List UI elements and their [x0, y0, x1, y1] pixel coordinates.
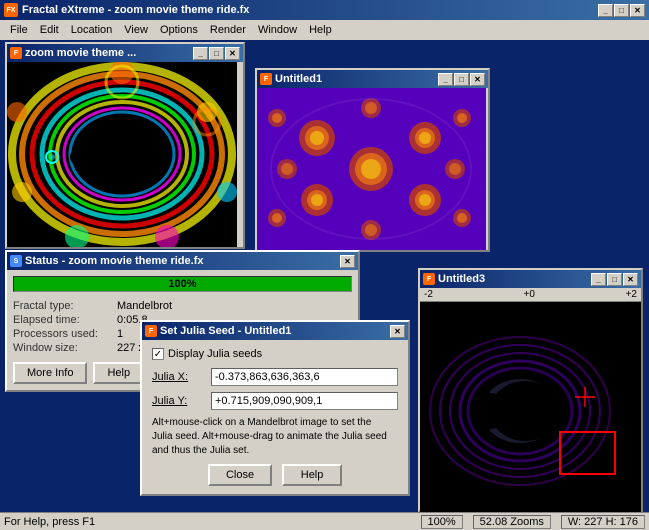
- elapsed-label: Elapsed time:: [13, 314, 113, 326]
- fractal-1-canvas[interactable]: [7, 62, 237, 247]
- menu-file[interactable]: File: [4, 22, 34, 38]
- zooms-panel: 52.08 Zooms: [473, 515, 551, 529]
- menu-edit[interactable]: Edit: [34, 22, 65, 38]
- julia-close-button[interactable]: Close: [208, 464, 272, 486]
- julia-info-text: Alt+mouse-click on a Mandelbrot image to…: [152, 416, 398, 458]
- fractal-1-icon: F: [10, 47, 22, 59]
- close-button[interactable]: ✕: [630, 4, 645, 17]
- status-help-button[interactable]: Help: [93, 362, 144, 384]
- julia-checkbox-row: ✓ Display Julia seeds: [152, 348, 398, 360]
- status-title-text: Status - zoom movie theme ride.fx: [25, 255, 203, 267]
- menu-help[interactable]: Help: [303, 22, 338, 38]
- dimensions-panel: W: 227 H: 176: [561, 515, 645, 529]
- progress-text: 100%: [14, 277, 351, 291]
- julia-dialog: F Set Julia Seed - Untitled1 ✕ ✓ Display…: [140, 320, 410, 496]
- minimize-button[interactable]: _: [598, 4, 613, 17]
- fractal-3-minimize[interactable]: _: [591, 273, 606, 286]
- fractal-2-maximize[interactable]: □: [454, 73, 469, 86]
- julia-y-input[interactable]: [211, 392, 398, 410]
- julia-x-input[interactable]: [211, 368, 398, 386]
- menu-options[interactable]: Options: [154, 22, 204, 38]
- fractal-2-close[interactable]: ✕: [470, 73, 485, 86]
- display-julia-checkbox[interactable]: ✓: [152, 348, 164, 360]
- menu-bar: File Edit Location View Options Render W…: [0, 20, 649, 40]
- menu-location[interactable]: Location: [65, 22, 119, 38]
- dimensions-value: W: 227 H: 176: [568, 516, 638, 528]
- fractal-3-icon: F: [423, 273, 435, 285]
- fractal-2-minimize[interactable]: _: [438, 73, 453, 86]
- window-size-label: Window size:: [13, 342, 113, 354]
- menu-view[interactable]: View: [118, 22, 154, 38]
- status-title-bar[interactable]: S Status - zoom movie theme ride.fx ✕: [7, 252, 358, 270]
- fractal-window-1: F zoom movie theme ... _ □ ✕: [5, 42, 245, 249]
- coord-left: -2: [424, 289, 433, 300]
- fractal-3-canvas[interactable]: [420, 302, 641, 520]
- fractal-1-maximize[interactable]: □: [209, 47, 224, 60]
- status-icon: S: [10, 255, 22, 267]
- fractal-1-title: zoom movie theme ...: [25, 47, 136, 59]
- zoom-percent: 100%: [428, 516, 456, 528]
- fractal-2-icon: F: [260, 73, 272, 85]
- progress-bar-container: 100%: [13, 276, 352, 292]
- fractal-3-close[interactable]: ✕: [623, 273, 638, 286]
- maximize-button[interactable]: □: [614, 4, 629, 17]
- main-window-title: Fractal eXtreme - zoom movie theme ride.…: [22, 4, 249, 16]
- fractal-2-title: Untitled1: [275, 73, 322, 85]
- more-info-button[interactable]: More Info: [13, 362, 87, 384]
- fractal-1-close[interactable]: ✕: [225, 47, 240, 60]
- julia-y-label: Julia Y:: [152, 395, 207, 407]
- app-icon: FX: [4, 3, 18, 17]
- menu-render[interactable]: Render: [204, 22, 252, 38]
- fractal-type-label: Fractal type:: [13, 300, 113, 312]
- fractal-type-value: Mandelbrot: [117, 300, 352, 312]
- fractal-3-title-bar[interactable]: F Untitled3 _ □ ✕: [420, 270, 641, 288]
- julia-dialog-title: Set Julia Seed - Untitled1: [160, 325, 291, 337]
- fractal-3-title: Untitled3: [438, 273, 485, 285]
- zoom-percent-panel: 100%: [421, 515, 463, 529]
- julia-content: ✓ Display Julia seeds Julia X: Julia Y: …: [142, 340, 408, 494]
- julia-dialog-icon: F: [145, 325, 157, 337]
- display-julia-label: Display Julia seeds: [168, 348, 262, 360]
- fractal-3-coords: -2 +0 +2: [420, 288, 641, 302]
- fractal-window-3: F Untitled3 _ □ ✕ -2 +0 +2: [418, 268, 643, 512]
- fractal-window-2: F Untitled1 _ □ ✕: [255, 68, 490, 252]
- julia-y-row: Julia Y:: [152, 392, 398, 410]
- fractal-1-minimize[interactable]: _: [193, 47, 208, 60]
- julia-help-button[interactable]: Help: [282, 464, 342, 486]
- bottom-status-bar: For Help, press F1 100% 52.08 Zooms W: 2…: [0, 512, 649, 530]
- fractal-2-title-bar[interactable]: F Untitled1 _ □ ✕: [257, 70, 488, 88]
- menu-window[interactable]: Window: [252, 22, 303, 38]
- fractal-2-canvas[interactable]: [257, 88, 486, 250]
- julia-close-btn[interactable]: ✕: [390, 325, 405, 338]
- fractal-3-maximize[interactable]: □: [607, 273, 622, 286]
- julia-dialog-buttons: Close Help: [152, 464, 398, 486]
- main-title-bar: FX Fractal eXtreme - zoom movie theme ri…: [0, 0, 649, 20]
- status-close[interactable]: ✕: [340, 255, 355, 268]
- coord-mid: +0: [524, 289, 535, 300]
- julia-x-label: Julia X:: [152, 371, 207, 383]
- help-text: For Help, press F1: [4, 516, 95, 528]
- processors-label: Processors used:: [13, 328, 113, 340]
- fractal-1-title-bar[interactable]: F zoom movie theme ... _ □ ✕: [7, 44, 243, 62]
- julia-x-row: Julia X:: [152, 368, 398, 386]
- julia-title-bar[interactable]: F Set Julia Seed - Untitled1 ✕: [142, 322, 408, 340]
- zooms-value: 52.08 Zooms: [480, 516, 544, 528]
- coord-right: +2: [626, 289, 637, 300]
